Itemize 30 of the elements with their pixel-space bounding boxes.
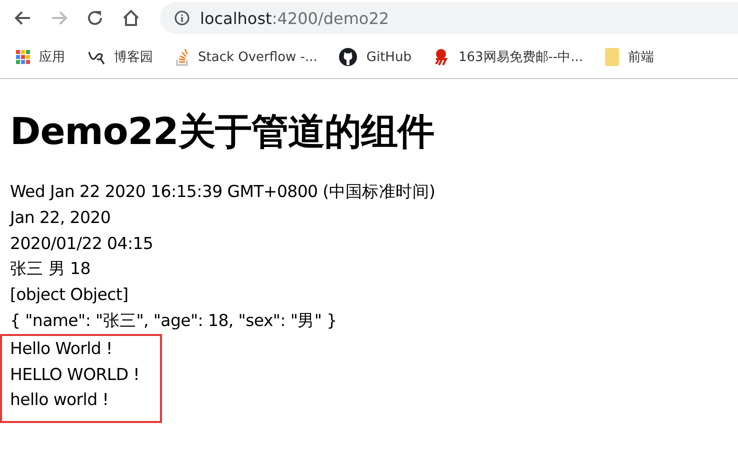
forward-arrow-icon xyxy=(50,9,68,27)
output-line: { "name": "张三", "age": 18, "sex": "男" } xyxy=(10,310,338,332)
page-heading: Demo22关于管道的组件 xyxy=(10,109,435,155)
output-line: 张三 男 18 xyxy=(10,258,92,280)
mail-logo-icon xyxy=(433,48,450,66)
bookmark-link[interactable]: GitHub xyxy=(339,48,412,66)
bookmark-link[interactable]: Stack Overflow -... xyxy=(175,48,318,66)
output-line: Wed Jan 22 2020 16:15:39 GMT+0800 (中国标准时间) xyxy=(10,181,436,203)
apps-grid-icon xyxy=(16,50,30,64)
output-line: [object Object] xyxy=(10,284,130,306)
swirl-icon xyxy=(87,49,105,65)
bookmark-link[interactable]: 前端 xyxy=(605,48,654,66)
bookmark-link[interactable]: 博客园 xyxy=(87,48,153,66)
url-host: localhost xyxy=(200,8,272,28)
url-path: :4200/demo22 xyxy=(272,8,390,28)
output-line: hello world ! xyxy=(10,389,110,412)
back-arrow-icon xyxy=(14,9,32,27)
bookmark-link[interactable]: 应用 xyxy=(16,48,65,66)
home-icon xyxy=(122,9,140,27)
cat-logo-icon xyxy=(339,48,358,66)
output-line: Hello World ! xyxy=(10,338,114,360)
output-line: Jan 22, 2020 xyxy=(10,206,112,229)
address-bar[interactable]: localhost:4200/demo22 xyxy=(160,2,738,34)
output-line: 2020/01/22 04:15 xyxy=(10,232,154,255)
info-icon xyxy=(174,10,190,26)
folder-icon xyxy=(605,48,620,66)
bookmark-link[interactable]: 163网易免费邮--中... xyxy=(433,48,584,66)
output-line: HELLO WORLD ! xyxy=(10,364,140,386)
stack-icon xyxy=(175,48,189,66)
reload-icon xyxy=(86,9,104,27)
